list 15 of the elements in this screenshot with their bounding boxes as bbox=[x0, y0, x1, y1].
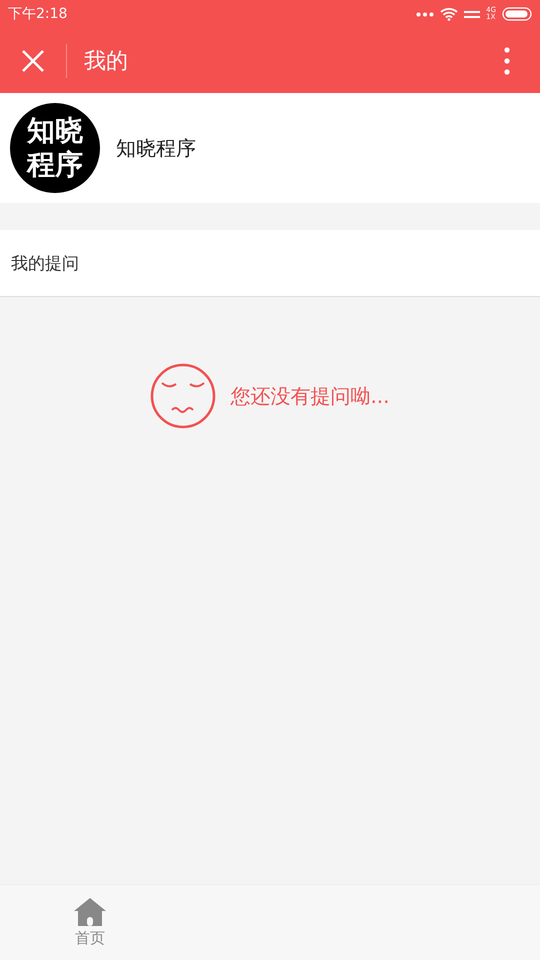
empty-message: 您还没有提问呦... bbox=[230, 382, 390, 410]
more-icon bbox=[504, 46, 510, 74]
section-title: 我的提问 bbox=[0, 230, 540, 297]
profile-name: 知晓程序 bbox=[116, 134, 196, 162]
status-time: 下午2:18 bbox=[8, 5, 68, 23]
tab-item[interactable]: 首页 bbox=[0, 885, 180, 960]
avatar-logo: 知晓 程序 bbox=[10, 103, 100, 193]
signal-icon bbox=[464, 8, 480, 20]
sad-face-icon bbox=[150, 363, 216, 429]
more-dots-icon bbox=[416, 12, 434, 16]
wifi-icon bbox=[440, 7, 458, 21]
battery-icon bbox=[502, 7, 532, 21]
close-icon bbox=[21, 48, 45, 72]
page-title: 我的 bbox=[84, 48, 129, 76]
home-icon bbox=[72, 897, 108, 927]
